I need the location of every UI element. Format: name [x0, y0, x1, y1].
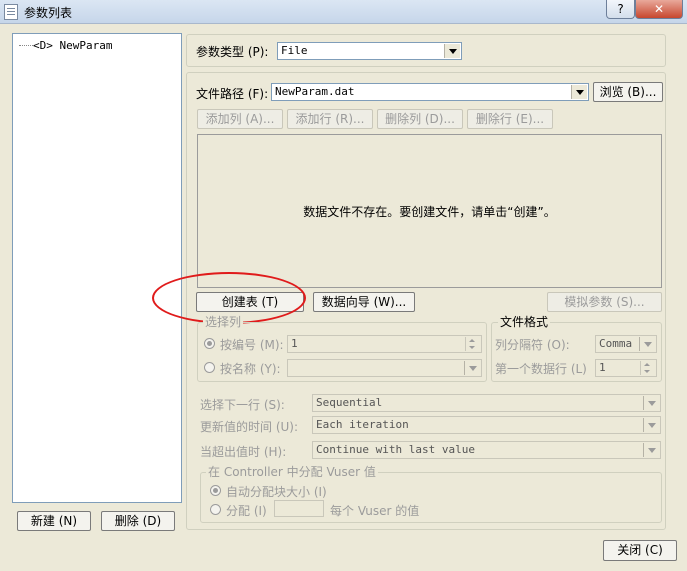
title-bar: 参数列表 ? ✕ — [0, 0, 687, 24]
select-column-legend: 选择列 — [203, 315, 244, 329]
out-of-values-select[interactable]: Continue with last value — [312, 441, 661, 459]
chevron-down-icon[interactable] — [643, 396, 659, 410]
allocate-radio[interactable] — [210, 504, 221, 515]
update-value-label: 更新值的时间 (U): — [200, 420, 299, 434]
delimiter-select[interactable]: Comma — [595, 335, 657, 353]
by-number-radio[interactable] — [204, 338, 215, 349]
close-window-button[interactable]: ✕ — [635, 0, 683, 19]
delete-button[interactable]: 删除 (D) — [101, 511, 175, 531]
add-row-button[interactable]: 添加行 (R)... — [287, 109, 373, 129]
out-of-values-label: 当超出值时 (H): — [200, 445, 287, 459]
auto-allocate-radio[interactable] — [210, 485, 221, 496]
by-name-label: 按名称 (Y): — [220, 362, 281, 376]
select-next-row-value: Sequential — [316, 396, 383, 409]
delete-row-button[interactable]: 删除行 (E)... — [467, 109, 553, 129]
first-data-row-value: 1 — [599, 361, 606, 374]
close-button[interactable]: 关闭 (C) — [603, 540, 677, 561]
parameter-tree[interactable]: <D> NewParam — [12, 33, 182, 503]
no-data-file-message: 数据文件不存在。要创建文件，请单击“创建”。 — [303, 205, 556, 219]
delimiter-value: Comma — [599, 337, 633, 350]
simulate-param-button[interactable]: 模拟参数 (S)... — [547, 292, 662, 312]
data-wizard-button[interactable]: 数据向导 (W)... — [313, 292, 415, 312]
file-path-input[interactable]: NewParam.dat — [271, 83, 589, 101]
param-type-select[interactable]: File — [277, 42, 462, 60]
param-type-value: File — [281, 44, 308, 57]
first-data-row-input[interactable]: 1 — [595, 359, 657, 377]
chevron-down-icon[interactable] — [643, 418, 659, 432]
add-column-button[interactable]: 添加列 (A)... — [197, 109, 283, 129]
first-data-row-label: 第一个数据行 (L) — [495, 362, 587, 376]
delimiter-label: 列分隔符 (O): — [495, 338, 570, 352]
column-number-input[interactable]: 1 — [287, 335, 482, 353]
select-next-row-select[interactable]: Sequential — [312, 394, 661, 412]
param-type-label: 参数类型 (P): — [196, 45, 269, 59]
auto-allocate-label: 自动分配块大小 (I) — [226, 485, 327, 499]
file-path-label: 文件路径 (F): — [196, 87, 269, 101]
update-value-select[interactable]: Each iteration — [312, 416, 661, 434]
by-name-radio[interactable] — [204, 362, 215, 373]
controller-allocation-legend: 在 Controller 中分配 Vuser 值 — [206, 465, 378, 479]
update-value-value: Each iteration — [316, 418, 409, 431]
new-button[interactable]: 新建 (N) — [17, 511, 91, 531]
allocate-input[interactable] — [274, 500, 324, 517]
spinner-icon[interactable] — [465, 337, 480, 351]
browse-button[interactable]: 浏览 (B)... — [593, 82, 663, 102]
allocate-label: 分配 (I) — [226, 504, 267, 518]
spinner-icon[interactable] — [640, 361, 655, 375]
file-path-value: NewParam.dat — [275, 85, 355, 98]
help-button[interactable]: ? — [606, 0, 635, 19]
data-grid-area: 数据文件不存在。要创建文件，请单击“创建”。 — [197, 134, 662, 288]
out-of-values-value: Continue with last value — [316, 443, 475, 456]
select-next-row-label: 选择下一行 (S): — [200, 398, 285, 412]
tree-item-newparam[interactable]: <D> NewParam — [33, 39, 112, 52]
by-number-label: 按编号 (M): — [220, 338, 284, 352]
chevron-down-icon[interactable] — [639, 337, 655, 351]
column-number-value: 1 — [291, 337, 298, 350]
chevron-down-icon[interactable] — [464, 361, 480, 375]
window-title: 参数列表 — [24, 6, 73, 20]
chevron-down-icon[interactable] — [444, 44, 460, 58]
chevron-down-icon[interactable] — [571, 85, 587, 99]
tree-connector — [19, 45, 33, 46]
delete-column-button[interactable]: 删除列 (D)... — [377, 109, 463, 129]
chevron-down-icon[interactable] — [643, 443, 659, 457]
per-vuser-label: 每个 Vuser 的值 — [330, 504, 420, 518]
document-icon — [4, 4, 18, 20]
column-name-select[interactable] — [287, 359, 482, 377]
file-format-legend: 文件格式 — [498, 315, 551, 329]
